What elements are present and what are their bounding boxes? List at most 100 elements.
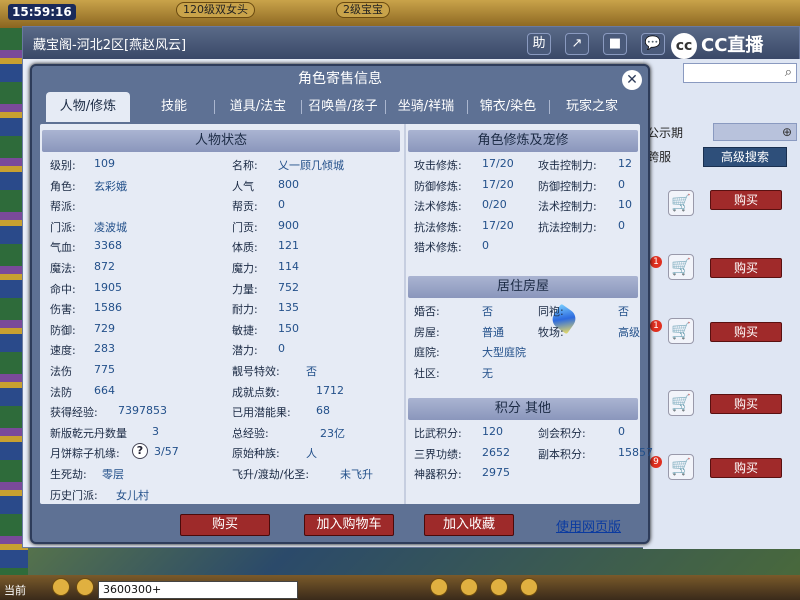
add-favorite-button[interactable]: 加入收藏 [424, 514, 514, 536]
tab-items[interactable]: 道具/法宝 [216, 92, 300, 122]
status-label: 力量: [232, 282, 258, 296]
game-action-icon[interactable] [460, 578, 478, 596]
tab-home[interactable]: 玩家之家 [550, 92, 634, 122]
points-label: 剑会积分: [538, 427, 586, 440]
game-action-icon[interactable] [520, 578, 538, 596]
listing-row: 1 🛒 购买 [650, 254, 800, 294]
cart-icon[interactable]: 🛒 [668, 454, 694, 480]
help-question-icon[interactable]: ? [132, 443, 148, 460]
cultivation-value: 12 [618, 157, 632, 170]
status-label: 魔力: [232, 262, 258, 275]
mic-icon[interactable] [52, 578, 70, 596]
status-value: 0 [278, 198, 285, 212]
buy-button[interactable]: 购买 [710, 322, 782, 342]
buy-now-button[interactable]: 购买 [180, 514, 270, 536]
game-top-bar: 15:59:16 120级双女头 2级宝宝 [0, 0, 800, 28]
points-value: 2975 [482, 466, 510, 480]
listing-row: 🛒 购买 [650, 390, 800, 430]
buy-button[interactable]: 购买 [710, 190, 782, 210]
cultivation-value: 0 [618, 177, 625, 191]
status-label: 成就点数: [232, 385, 280, 399]
tab-outfits[interactable]: 锦衣/染色 [468, 92, 548, 122]
status-label: 生死劫: [50, 468, 87, 481]
advanced-search-button[interactable]: 高级搜索 [703, 147, 787, 167]
status-label: 月饼粽子机缘: [50, 447, 120, 461]
cultivation-label: 法术控制力: [538, 200, 597, 214]
status-value: 未飞升 [340, 468, 373, 481]
public-period-select[interactable]: ⊕ [713, 123, 797, 141]
cart-icon[interactable]: 🛒 [668, 254, 694, 280]
character-content: 人物状态 级别: 109 角色: 玄彩娥 帮派: 门派: 凌波城 气血: 3368 魔法: 872 命… [40, 124, 653, 504]
tab-character[interactable]: 人物/修炼 [46, 92, 130, 122]
cultivation-value: 0/20 [482, 198, 507, 212]
game-action-icon[interactable] [490, 578, 508, 596]
status-value: 人 [306, 447, 317, 461]
status-label: 新版乾元丹数量 [50, 426, 127, 440]
status-value: 114 [278, 260, 299, 273]
brand-logo: cc CC直播 [671, 31, 799, 59]
housing-value: 无 [482, 366, 493, 380]
status-label: 防御: [50, 323, 76, 337]
status-value: 3368 [94, 239, 122, 253]
status-label: 角色: [50, 179, 76, 193]
chat-channel-label[interactable]: 当前 [4, 582, 26, 598]
add-cart-button[interactable]: 加入购物车 [304, 514, 394, 536]
chat-input[interactable]: 3600300+ [98, 581, 298, 599]
cart-icon[interactable]: 🛒 [668, 318, 694, 344]
status-value: 664 [94, 383, 115, 397]
share-button[interactable]: ↗ [565, 33, 589, 55]
tab-mounts[interactable]: 坐骑/祥瑞 [386, 92, 466, 122]
status-value: 女儿村 [116, 488, 149, 502]
tab-pets[interactable]: 召唤兽/孩子 [302, 92, 384, 122]
status-value: 23亿 [320, 426, 345, 440]
status-label: 法防 [50, 385, 72, 399]
points-value: 120 [482, 425, 503, 438]
points-label: 三界功绩: [414, 447, 462, 461]
game-top-tag-2[interactable]: 2级宝宝 [336, 2, 390, 18]
cc-icon: cc [671, 33, 697, 59]
points-value: 15857 [618, 445, 653, 459]
listing-row: 9 🛒 购买 [650, 454, 800, 494]
role-sale-dialog: 角色寄售信息 ✕ 人物/修炼 技能 道具/法宝 召唤兽/孩子 坐骑/祥瑞 锦衣/… [30, 64, 653, 544]
housing-label: 庭院: [414, 346, 440, 360]
web-version-link[interactable]: 使用网页版 [556, 516, 621, 535]
badge: 1 [650, 320, 662, 332]
status-value: 872 [94, 260, 115, 273]
buy-button[interactable]: 购买 [710, 458, 782, 478]
status-value: 7397853 [118, 404, 167, 418]
search-input[interactable]: ⌕ [683, 63, 797, 83]
stop-button[interactable]: ■ [603, 33, 627, 55]
status-heading: 人物状态 [42, 130, 400, 152]
emoji-icon[interactable] [76, 578, 94, 596]
close-icon[interactable]: ✕ [622, 70, 642, 90]
points-label: 比武积分: [414, 427, 462, 440]
buy-button[interactable]: 购买 [710, 258, 782, 278]
cultivation-value: 17/20 [482, 157, 514, 170]
game-clock: 15:59:16 [8, 4, 76, 20]
game-action-icon[interactable] [430, 578, 448, 596]
status-value: 凌波城 [94, 220, 127, 234]
cross-server-label: 跨服 [647, 150, 672, 164]
tab-skills[interactable]: 技能 [136, 92, 212, 122]
chat-button[interactable]: 💬 [641, 33, 665, 55]
status-value: 1905 [94, 280, 122, 294]
cultivation-heading: 角色修炼及宠修 [408, 130, 638, 152]
cart-icon[interactable]: 🛒 [668, 390, 694, 416]
housing-label: 房屋: [414, 325, 440, 339]
buy-button[interactable]: 购买 [710, 394, 782, 414]
cart-icon[interactable]: 🛒 [668, 190, 694, 216]
status-label: 命中: [50, 282, 76, 296]
tab-divider [214, 100, 215, 114]
search-icon[interactable]: ⌕ [785, 65, 792, 80]
status-label: 帮派: [50, 200, 76, 214]
game-top-tag-1[interactable]: 120级双女头 [176, 2, 255, 18]
status-value: 1586 [94, 301, 122, 315]
status-value: 135 [278, 301, 299, 315]
status-label: 名称: [232, 159, 258, 172]
status-value: 3 [152, 424, 159, 438]
help-button[interactable]: 助 [527, 33, 551, 55]
housing-value: 大型庭院 [482, 346, 526, 360]
status-value: 729 [94, 321, 115, 335]
status-label: 总经验: [232, 426, 269, 440]
cultivation-label: 攻击控制力: [538, 159, 597, 172]
